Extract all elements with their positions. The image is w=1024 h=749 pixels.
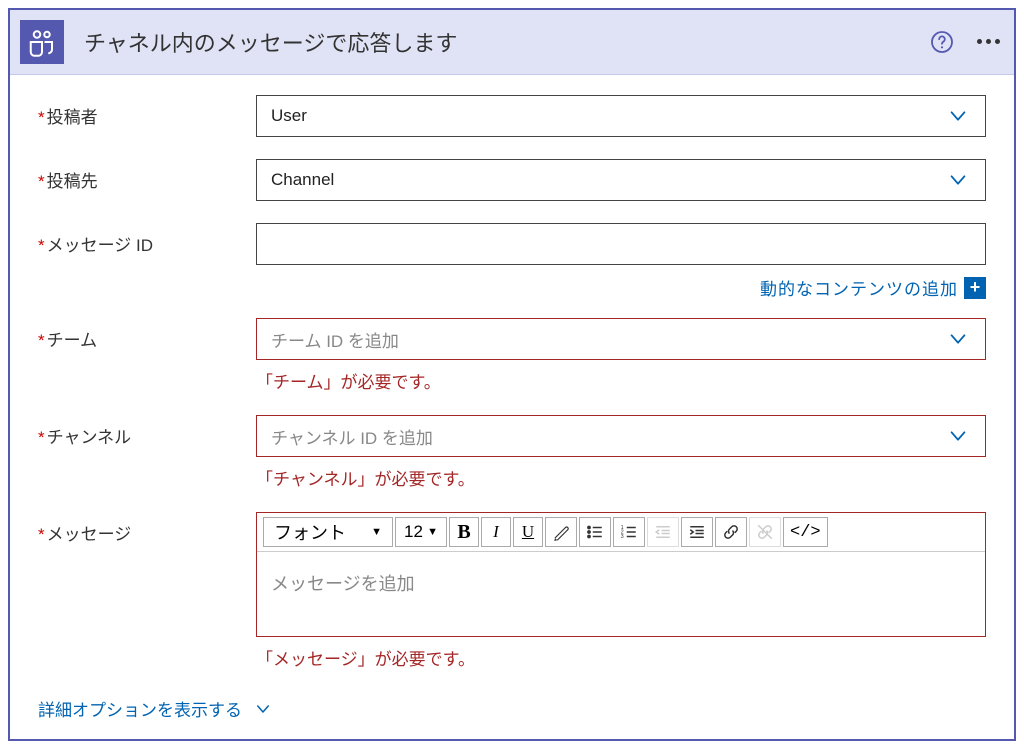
svg-text:3: 3: [621, 534, 624, 540]
rte-size-select[interactable]: 12▼: [395, 517, 447, 547]
rte-unlink-button[interactable]: [749, 517, 781, 547]
rte-italic-button[interactable]: I: [481, 517, 511, 547]
label-channel: *チャンネル: [38, 415, 256, 448]
field-poster: *投稿者 User: [38, 95, 986, 137]
chevron-down-icon: [947, 328, 969, 350]
card-body: *投稿者 User *投稿先 Channel: [10, 75, 1014, 739]
field-team: *チーム チーム ID を追加 「チーム」が必要です。: [38, 318, 986, 393]
error-channel: 「チャンネル」が必要です。: [256, 465, 986, 490]
error-message: 「メッセージ」が必要です。: [256, 645, 986, 670]
rte-outdent-button[interactable]: [647, 517, 679, 547]
label-message-id: *メッセージ ID: [38, 223, 256, 256]
rte-color-button[interactable]: [545, 517, 577, 547]
help-icon[interactable]: [929, 29, 955, 55]
chevron-down-icon: [947, 425, 969, 447]
chevron-down-icon: [254, 700, 272, 718]
chevron-down-icon: [947, 169, 969, 191]
rte-number-list-button[interactable]: 123: [613, 517, 645, 547]
field-channel: *チャンネル チャンネル ID を追加 「チャンネル」が必要です。: [38, 415, 986, 490]
action-card: チャネル内のメッセージで応答します *投稿者 User: [8, 8, 1016, 741]
rte-font-select[interactable]: フォント▼: [263, 517, 393, 547]
field-message: *メッセージ フォント▼ 12▼ B I U: [38, 512, 986, 670]
label-poster: *投稿者: [38, 95, 256, 128]
card-title: チャネル内のメッセージで応答します: [84, 26, 929, 58]
error-team: 「チーム」が必要です。: [256, 368, 986, 393]
add-dynamic-content-link[interactable]: 動的なコンテンツの追加: [760, 275, 958, 300]
rte-toolbar: フォント▼ 12▼ B I U 123: [257, 513, 985, 552]
select-poster[interactable]: User: [256, 95, 986, 137]
show-advanced-options-link[interactable]: 詳細オプションを表示する: [38, 696, 272, 721]
rte-bold-button[interactable]: B: [449, 517, 479, 547]
rich-text-editor: フォント▼ 12▼ B I U 123: [256, 512, 986, 637]
rte-indent-button[interactable]: [681, 517, 713, 547]
input-message-id[interactable]: [256, 223, 986, 265]
teams-icon: [20, 20, 64, 64]
rte-code-view-button[interactable]: </>: [783, 517, 828, 547]
field-post-to: *投稿先 Channel: [38, 159, 986, 201]
chevron-down-icon: [947, 105, 969, 127]
advanced-options-row: 詳細オプションを表示する: [38, 696, 986, 721]
select-team[interactable]: チーム ID を追加: [256, 318, 986, 360]
rte-textarea[interactable]: メッセージを追加: [257, 552, 985, 636]
field-message-id: *メッセージ ID: [38, 223, 986, 265]
rte-underline-button[interactable]: U: [513, 517, 543, 547]
select-channel[interactable]: チャンネル ID を追加: [256, 415, 986, 457]
label-post-to: *投稿先: [38, 159, 256, 192]
label-message: *メッセージ: [38, 512, 256, 545]
plus-icon[interactable]: +: [964, 277, 986, 299]
more-options-icon[interactable]: [977, 39, 1000, 46]
dynamic-content-row: 動的なコンテンツの追加 +: [256, 275, 986, 300]
card-header: チャネル内のメッセージで応答します: [10, 10, 1014, 75]
rte-bullet-list-button[interactable]: [579, 517, 611, 547]
label-team: *チーム: [38, 318, 256, 351]
rte-link-button[interactable]: [715, 517, 747, 547]
select-post-to[interactable]: Channel: [256, 159, 986, 201]
